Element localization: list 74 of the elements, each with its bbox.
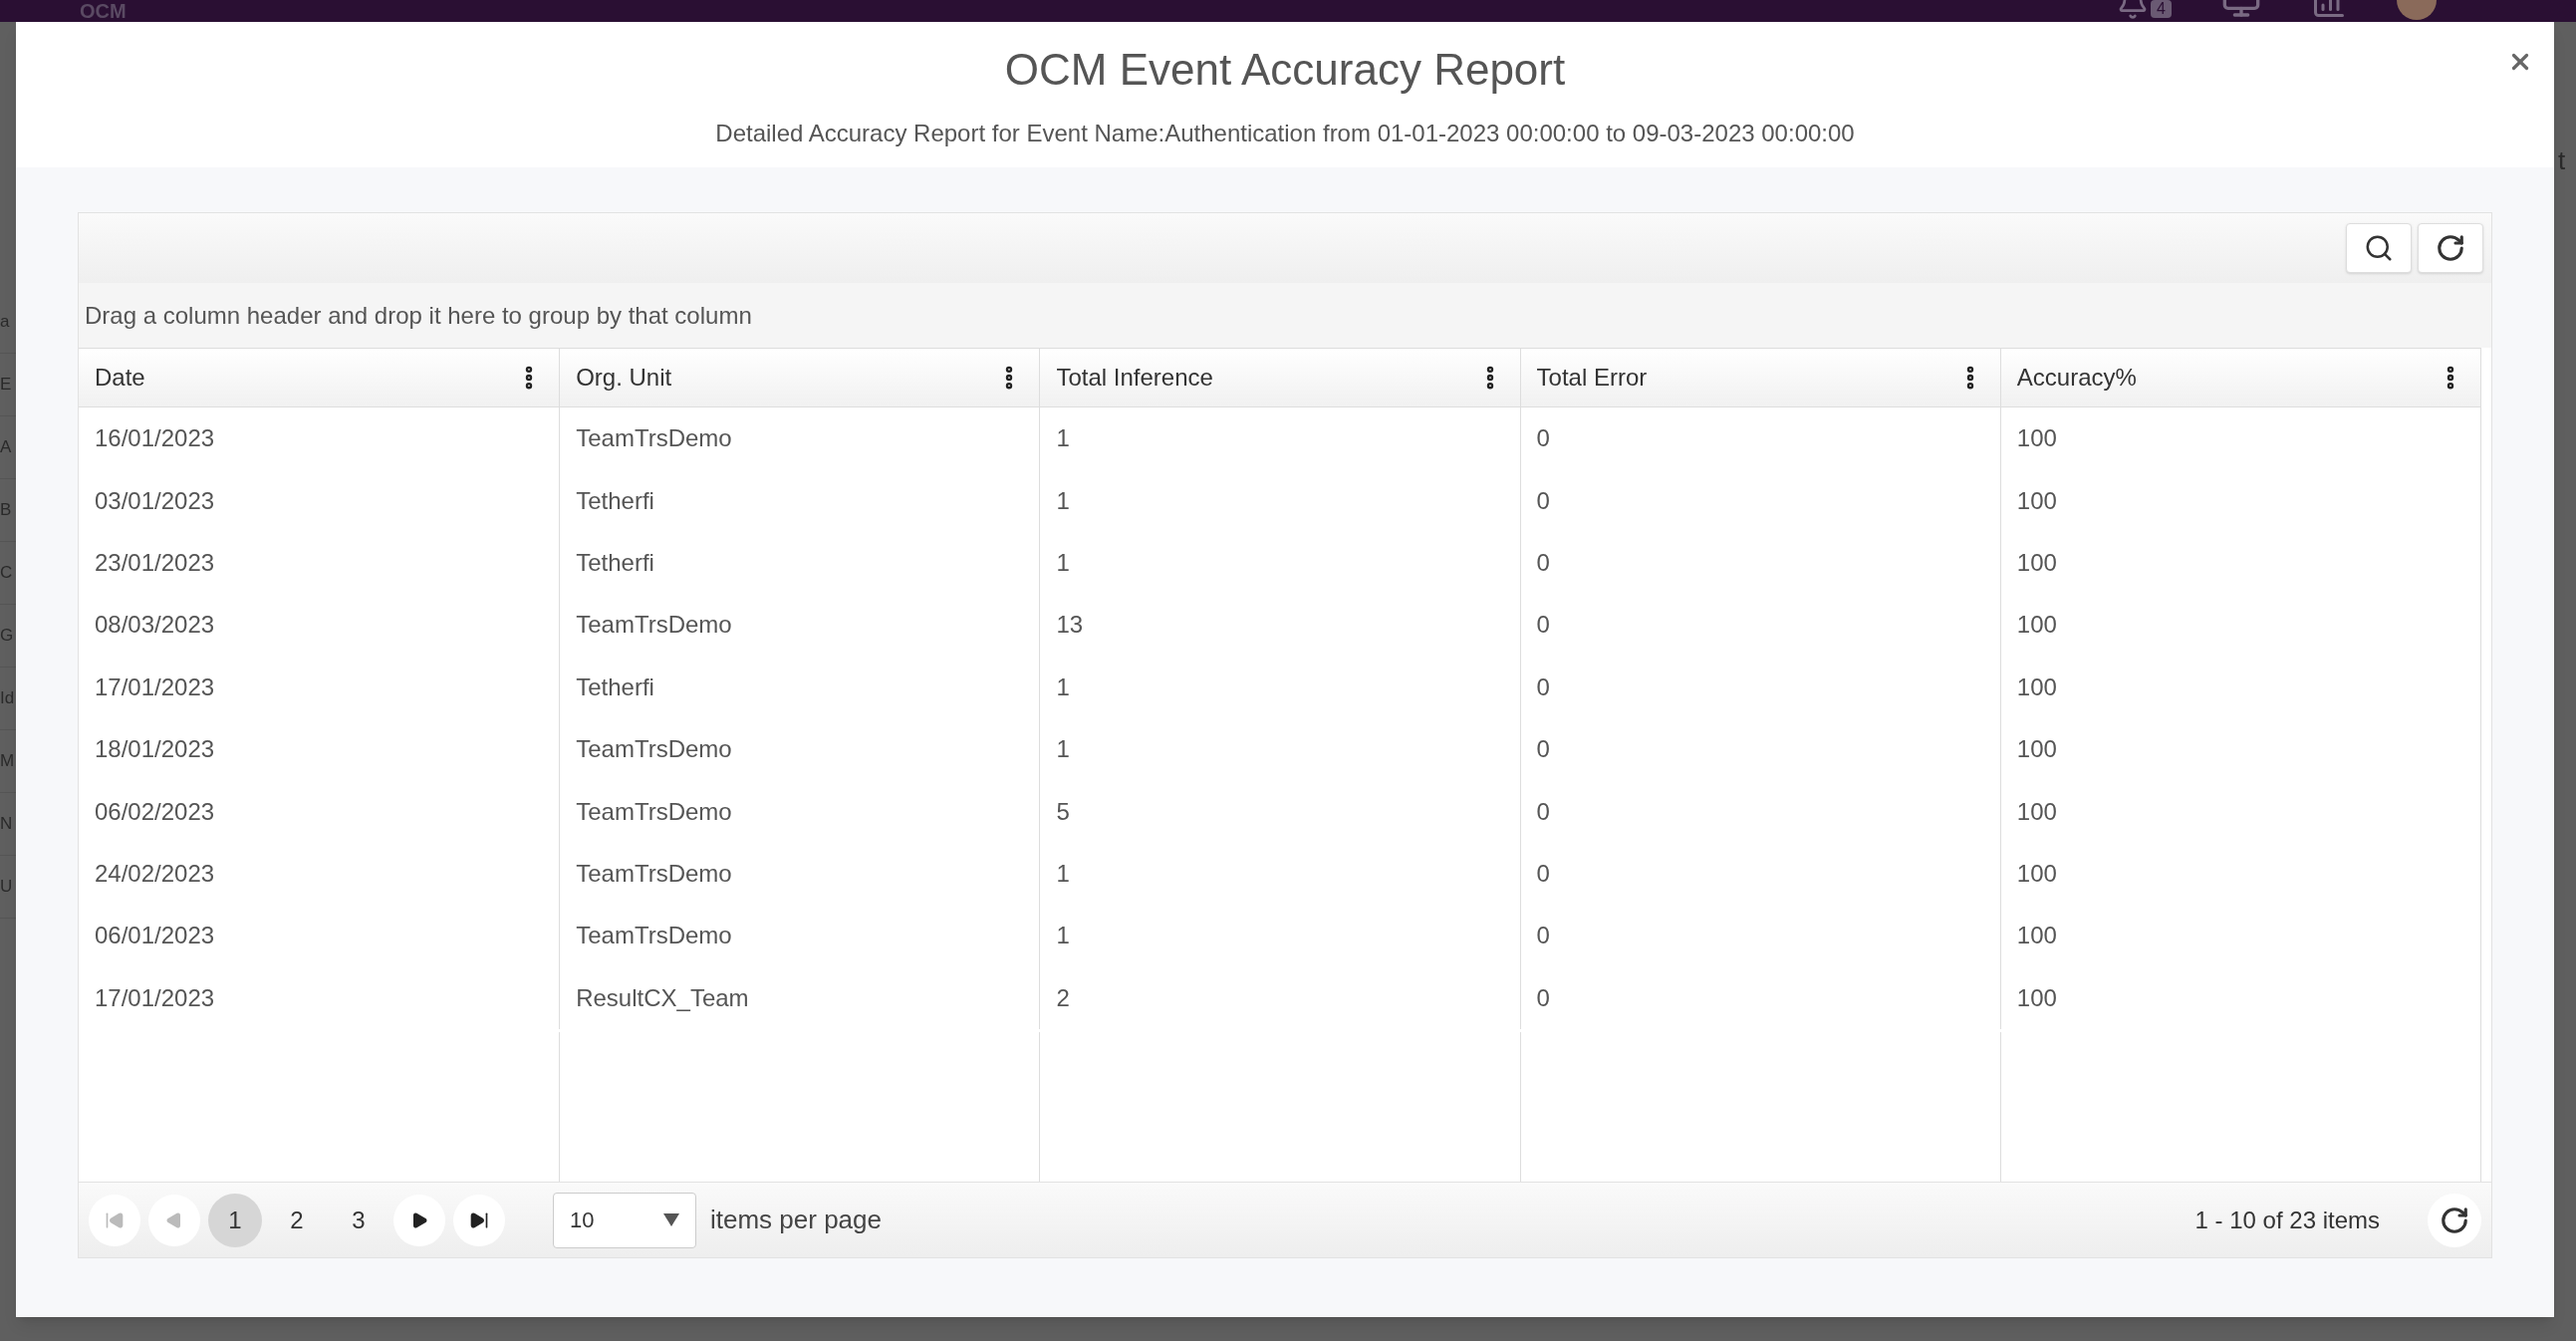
page-button[interactable]: 2 [270, 1193, 324, 1247]
table-cell: 100 [1999, 717, 2480, 781]
table-cell-text: 17/01/2023 [94, 982, 216, 1013]
table-cell: TeamTrsDemo [559, 842, 1040, 906]
logo: OCM [80, 0, 127, 22]
table-cell-text: 23/01/2023 [94, 547, 216, 578]
table-cell-text: 17/01/2023 [94, 671, 216, 702]
table-cell: 100 [1999, 656, 2480, 718]
group-hint: Drag a column header and drop it here to group by that column [85, 300, 752, 331]
table-cell: 5 [1039, 780, 1520, 843]
table-cell: 100 [1999, 594, 2480, 657]
refresh-icon [2436, 233, 2465, 263]
table-cell: ResultCX_Team [559, 966, 1040, 1029]
table-cell-text: 03/01/2023 [94, 485, 216, 516]
table-cell-text: 08/03/2023 [94, 610, 216, 641]
dialog-title: OCM Event Accuracy Report [1004, 44, 1566, 96]
table-cell: 0 [1519, 842, 2000, 906]
table-cell-text: 06/01/2023 [94, 921, 216, 951]
table-cell: 100 [1999, 966, 2480, 1029]
table-cell-text: 06/02/2023 [94, 796, 216, 827]
table-cell: TeamTrsDemo [559, 905, 1040, 967]
column-header[interactable]: Date [79, 349, 560, 406]
table-cell: 13 [1039, 594, 1520, 657]
table-cell: 0 [1519, 780, 2000, 843]
table-cell: 0 [1519, 656, 2000, 718]
table-cell: Tetherfi [559, 469, 1040, 532]
search-button[interactable] [2346, 223, 2412, 273]
table-cell: 1 [1039, 531, 1520, 595]
pager-summary: 1 - 10 of 23 items [2194, 1205, 2380, 1235]
table-cell-text: 16/01/2023 [94, 423, 216, 454]
column-header[interactable]: Org. Unit [559, 349, 1040, 406]
column-header[interactable]: Total Inference [1039, 349, 1520, 406]
page-button[interactable]: 3 [332, 1193, 386, 1247]
refresh-icon [2440, 1205, 2469, 1235]
table-cell: TeamTrsDemo [559, 594, 1040, 657]
page-size-label: items per page [710, 1204, 882, 1236]
column-header[interactable]: Total Error [1519, 349, 2000, 406]
table-cell: 0 [1519, 594, 2000, 657]
table-cell: 0 [1519, 469, 2000, 532]
table-cell: 0 [1519, 966, 2000, 1029]
table-cell-text: 18/01/2023 [94, 734, 216, 765]
previous-page-icon [165, 1210, 183, 1229]
table-cell: 1 [1039, 407, 1520, 470]
table-cell: 0 [1519, 407, 2000, 470]
table-cell: 1 [1039, 469, 1520, 532]
table-cell: 1 [1039, 842, 1520, 906]
table-cell: 100 [1999, 407, 2480, 470]
column-header[interactable]: Accuracy% [1999, 349, 2480, 406]
table-cell: TeamTrsDemo [559, 717, 1040, 781]
table-cell: 1 [1039, 905, 1520, 967]
table-cell: 0 [1519, 717, 2000, 781]
table-cell: 1 [1039, 656, 1520, 718]
table-cell: TeamTrsDemo [559, 780, 1040, 843]
table-cell: 100 [1999, 469, 2480, 532]
table-cell: 100 [1999, 842, 2480, 906]
caret-icon [663, 1213, 679, 1226]
table-cell: 1 [1039, 717, 1520, 781]
refresh-button[interactable] [2418, 223, 2483, 273]
page-size-dropdown[interactable]: 10 [553, 1192, 696, 1248]
table-cell: 100 [1999, 780, 2480, 843]
table-cell: 100 [1999, 905, 2480, 967]
table-cell: Tetherfi [559, 656, 1040, 718]
table-cell: 2 [1039, 966, 1520, 1029]
table-cell-text: 24/02/2023 [94, 858, 216, 889]
dialog-subtitle: Detailed Accuracy Report for Event Name:Authentication from 01-01-2023 00:00:00 to 09-03-2023 00:00:00 [715, 119, 1855, 148]
table-cell: 0 [1519, 531, 2000, 595]
table-cell: 0 [1519, 905, 2000, 967]
table-cell: Tetherfi [559, 531, 1040, 595]
table-cell: TeamTrsDemo [559, 407, 1040, 470]
notification-badge: 4 [2151, 0, 2172, 18]
page-button[interactable]: 1 [208, 1193, 262, 1247]
search-icon [2364, 233, 2394, 263]
next-page-icon [410, 1210, 428, 1229]
table-cell: 100 [1999, 531, 2480, 595]
